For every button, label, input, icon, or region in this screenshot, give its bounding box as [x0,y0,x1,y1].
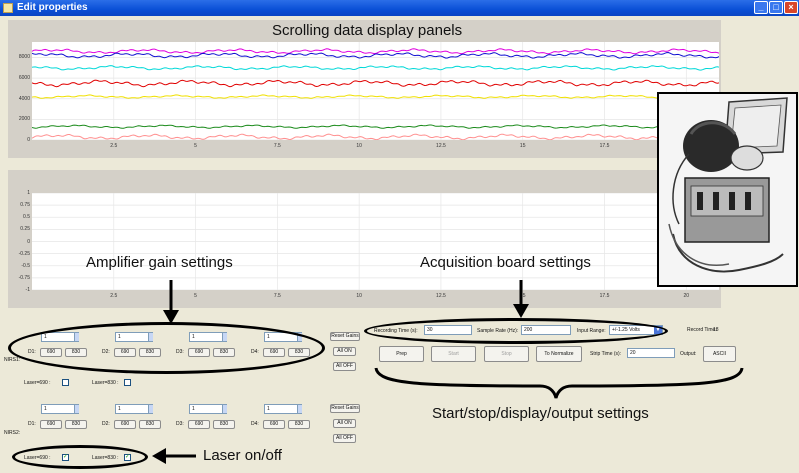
amplifier-arrow-head [163,310,179,324]
laser-arrow-head [152,448,166,464]
acquisition-board-caption: Acquisition board settings [420,254,591,271]
startstop-caption: Start/stop/display/output settings [432,405,649,422]
amplifier-gain-caption: Amplifier gain settings [86,254,233,271]
startstop-brace [374,367,744,399]
edit-properties-window: Edit properties _ □ × 2.5 5 7.5 10 12.5 15 17.… [0,0,799,473]
annotation-arrows [152,280,744,464]
acquisition-arrow-head [513,304,529,318]
scrolling-panels-caption: Scrolling data display panels [272,22,463,39]
laser-onoff-caption: Laser on/off [203,447,282,464]
